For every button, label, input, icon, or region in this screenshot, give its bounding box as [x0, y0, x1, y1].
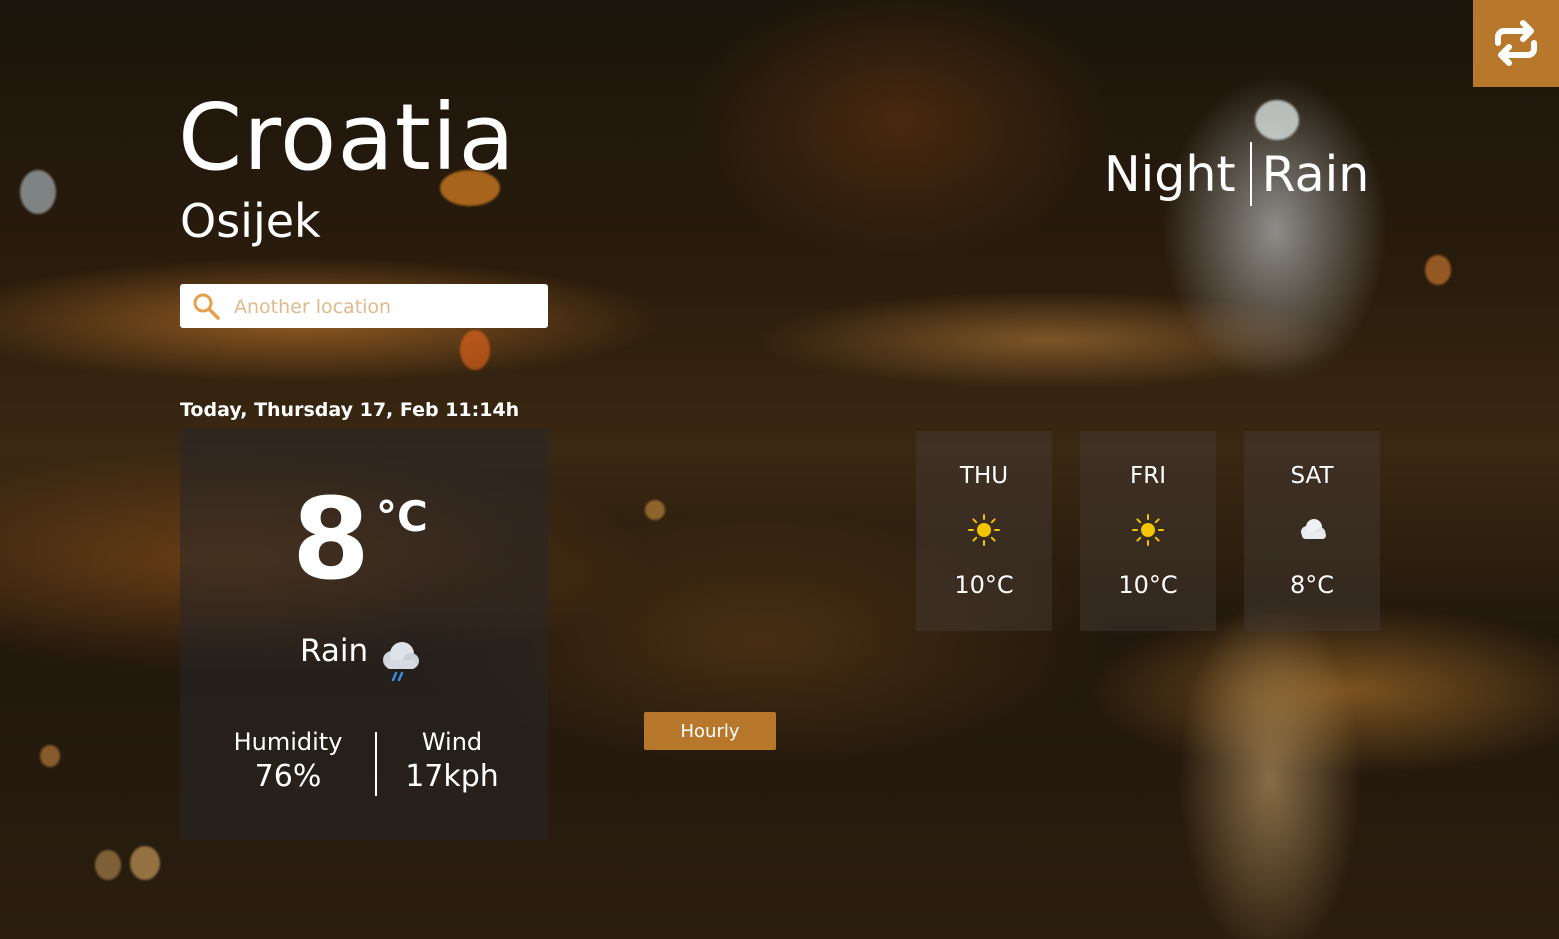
status-condition: Rain — [1261, 146, 1370, 203]
wind-label: Wind — [421, 728, 483, 756]
time-of-day: Night — [1104, 146, 1236, 203]
forecast-day: THU — [959, 463, 1009, 489]
switch-view-button[interactable] — [1473, 0, 1559, 87]
forecast-card-fri[interactable]: FRI 10°C — [1080, 431, 1216, 631]
swap-arrows-icon — [1495, 20, 1537, 66]
country-title: Croatia — [178, 84, 516, 191]
forecast-temp: 8°C — [1289, 571, 1335, 599]
current-condition: Rain — [300, 633, 369, 669]
search-input[interactable] — [232, 284, 536, 330]
city-name: Osijek — [180, 194, 321, 248]
hourly-button[interactable]: Hourly — [644, 712, 776, 750]
forecast-day: SAT — [1290, 463, 1334, 489]
humidity-stat: Humidity 76% — [208, 728, 368, 796]
forecast-temp: 10°C — [1118, 571, 1178, 599]
weather-stats: Humidity 76% Wind 17kph — [180, 728, 548, 798]
forecast-temp: 10°C — [954, 571, 1014, 599]
cloud-icon — [1301, 519, 1326, 539]
status-divider — [1249, 142, 1252, 206]
wind-stat: Wind 17kph — [372, 728, 532, 796]
humidity-label: Humidity — [233, 728, 343, 756]
temperature-unit: °C — [376, 492, 428, 541]
sun-icon — [968, 514, 1000, 546]
search-icon — [193, 293, 220, 320]
current-weather-panel: 8 °C Rain Humidity 76% Wind 17kph — [180, 428, 548, 840]
current-temperature: 8 — [292, 475, 370, 605]
humidity-value: 76% — [254, 758, 322, 794]
forecast-card-thu[interactable]: THU 10°C — [916, 431, 1052, 631]
rain-cloud-icon — [383, 642, 419, 682]
sun-icon — [1132, 514, 1164, 546]
status-heading: Night Rain — [1104, 142, 1369, 208]
forecast-day: FRI — [1130, 463, 1166, 489]
wind-value: 17kph — [405, 758, 499, 794]
current-datetime: Today, Thursday 17, Feb 11:14h — [180, 399, 520, 421]
forecast-card-sat[interactable]: SAT 8°C — [1244, 431, 1380, 631]
search-box[interactable] — [180, 284, 548, 330]
